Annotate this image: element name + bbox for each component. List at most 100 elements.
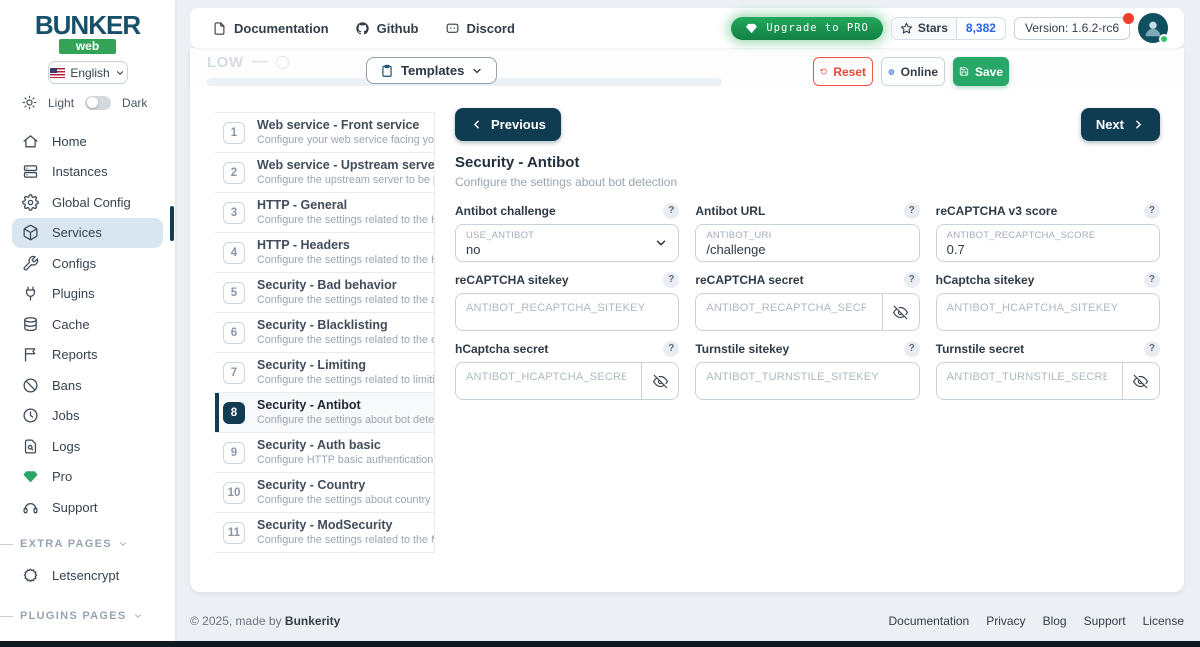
navbar-link[interactable]: Github (355, 21, 419, 36)
sidebar-item[interactable]: Bans (0, 370, 175, 401)
help-icon[interactable]: ? (903, 202, 920, 219)
language-select[interactable]: English (47, 61, 128, 84)
navbar-link[interactable]: Discord (445, 21, 515, 36)
save-button[interactable]: Save (953, 57, 1009, 86)
field-input[interactable]: ANTIBOT_HCAPTCHA_SITEKEY (935, 293, 1160, 331)
field-setting-name: USE_ANTIBOT (466, 230, 535, 241)
wizard-step[interactable]: 9 Security - Auth basic Configure HTTP b… (215, 433, 434, 473)
sidebar-nav: Home Instances Global Config Services Co… (0, 126, 175, 523)
copyright-brand-link[interactable]: Bunkerity (285, 614, 340, 628)
field-input[interactable]: ANTIBOT_RECAPTCHA_SITEKEY (455, 293, 680, 331)
section-header-plugins-pages[interactable]: PLUGINS PAGES (0, 609, 175, 623)
previous-button[interactable]: Previous (455, 108, 561, 141)
theme-toggle[interactable] (85, 95, 112, 110)
clock-icon (22, 407, 39, 424)
step-description: Configure the settings about bot detecti… (257, 414, 434, 427)
help-icon[interactable]: ? (663, 340, 680, 357)
help-icon[interactable]: ? (1143, 340, 1160, 357)
footer-link[interactable]: License (1143, 614, 1184, 628)
field-input[interactable]: ANTIBOT_RECAPTCHA_SCORE 0.7 (935, 224, 1160, 262)
eye-off-icon[interactable] (641, 362, 678, 400)
help-icon[interactable]: ? (903, 340, 920, 357)
sidebar-item[interactable]: Configs (0, 248, 175, 279)
help-icon[interactable]: ? (903, 271, 920, 288)
sidebar-item[interactable]: Global Config (0, 187, 175, 218)
sidebar-item[interactable]: Instances (0, 157, 175, 188)
next-button[interactable]: Next (1080, 108, 1160, 141)
version-badge[interactable]: Version: 1.6.2-rc6 (1013, 12, 1134, 40)
chevron-down-icon (657, 240, 666, 246)
sidebar-item[interactable]: Cache (0, 309, 175, 340)
sidebar-item[interactable]: Plugins (0, 279, 175, 310)
navbar-link-label: Documentation (234, 20, 329, 36)
navbar-link[interactable]: Documentation (212, 21, 329, 36)
sidebar-item[interactable]: Letsencrypt (0, 561, 175, 592)
wizard-step[interactable]: 11 Security - ModSecurity Configure the … (215, 513, 434, 553)
help-icon[interactable]: ? (663, 202, 680, 219)
sidebar-item-label: Instances (52, 164, 108, 180)
ghost-badge: LOW (207, 53, 244, 71)
upgrade-pro-button[interactable]: Upgrade to PRO (731, 16, 883, 40)
wizard-step[interactable]: 6 Security - Blacklisting Configure the … (215, 313, 434, 353)
help-icon[interactable]: ? (1143, 202, 1160, 219)
github-icon (355, 21, 370, 36)
sidebar-item[interactable]: Support (0, 492, 175, 523)
reset-button[interactable]: Reset (813, 57, 873, 86)
wizard-step[interactable]: 1 Web service - Front service Configure … (215, 113, 434, 153)
field-input[interactable]: USE_ANTIBOT no (455, 224, 680, 262)
step-description: Configure the upstream server to be prot… (257, 174, 434, 187)
sidebar-item[interactable]: Home (0, 126, 175, 157)
discord-icon (445, 21, 460, 36)
footer-link[interactable]: Blog (1043, 614, 1067, 628)
sidebar-item[interactable]: Jobs (0, 401, 175, 432)
field-input[interactable]: ANTIBOT_TURNSTILE_SITEKEY (695, 362, 920, 400)
star-icon (900, 22, 913, 34)
form-field: reCAPTCHA secret ? ANTIBOT_RECAPTCHA_SEC… (695, 271, 920, 331)
help-icon[interactable]: ? (1143, 271, 1160, 288)
field-input[interactable]: ANTIBOT_URI /challenge (695, 224, 920, 262)
footer-link[interactable]: Support (1084, 614, 1126, 628)
brand-logo[interactable]: BUNKER web (0, 0, 175, 54)
eye-off-icon[interactable] (881, 293, 919, 331)
section-label: EXTRA PAGES (20, 537, 112, 550)
notification-dot (1123, 12, 1134, 24)
field-label: reCAPTCHA sitekey (455, 272, 569, 287)
chevron-down-icon (119, 541, 126, 546)
sidebar-item[interactable]: Services (12, 217, 163, 248)
extra-pages-nav: Letsencrypt (0, 561, 175, 592)
sidebar-item[interactable]: Pro (0, 462, 175, 493)
form-field: hCaptcha sitekey ? ANTIBOT_HCAPTCHA_SITE… (935, 271, 1160, 331)
save-label: Save (974, 64, 1003, 79)
wizard-step[interactable]: 3 HTTP - General Configure the settings … (215, 193, 434, 233)
footer-links: Documentation Privacy Blog Support Licen… (889, 614, 1185, 628)
sidebar-item-label: Pro (52, 469, 73, 485)
help-icon[interactable]: ? (663, 271, 680, 288)
wizard-step[interactable]: 5 Security - Bad behavior Configure the … (215, 273, 434, 313)
sidebar-scrollbar[interactable] (170, 206, 174, 241)
sidebar-item-label: Cache (52, 316, 90, 332)
wizard-step[interactable]: 10 Security - Country Configure the sett… (215, 473, 434, 513)
github-stars-widget[interactable]: Stars 8,382 (890, 16, 1006, 40)
footer-link[interactable]: Documentation (889, 614, 970, 628)
form-field: reCAPTCHA sitekey ? ANTIBOT_RECAPTCHA_SI… (455, 271, 680, 331)
sidebar-item[interactable]: Logs (0, 431, 175, 462)
field-input[interactable]: ANTIBOT_TURNSTILE_SECRET (935, 362, 1160, 400)
field-input[interactable]: ANTIBOT_RECAPTCHA_SECRET (695, 293, 920, 331)
form-field: Turnstile secret ? ANTIBOT_TURNSTILE_SEC… (935, 340, 1160, 400)
wizard-step[interactable]: 4 HTTP - Headers Configure the settings … (215, 233, 434, 273)
field-input[interactable]: ANTIBOT_HCAPTCHA_SECRET (455, 362, 680, 400)
wizard-step[interactable]: 2 Web service - Upstream server Configur… (215, 153, 434, 193)
step-description: Configure the settings related to limiti… (257, 374, 434, 387)
sidebar-item[interactable]: Reports (0, 340, 175, 371)
online-button[interactable]: Online (881, 57, 945, 86)
brand-sub: web (58, 39, 117, 54)
footer-link[interactable]: Privacy (986, 614, 1025, 628)
wizard-step[interactable]: 8 Security - Antibot Configure the setti… (215, 393, 434, 433)
step-title: Web service - Front service (257, 118, 420, 133)
wizard-step[interactable]: 7 Security - Limiting Configure the sett… (215, 353, 434, 393)
templates-dropdown[interactable]: Templates (366, 57, 498, 84)
section-header-extra-pages[interactable]: EXTRA PAGES (0, 537, 175, 551)
field-placeholder: ANTIBOT_TURNSTILE_SITEKEY (706, 371, 879, 383)
avatar[interactable] (1138, 13, 1169, 44)
eye-off-icon[interactable] (1121, 362, 1159, 400)
